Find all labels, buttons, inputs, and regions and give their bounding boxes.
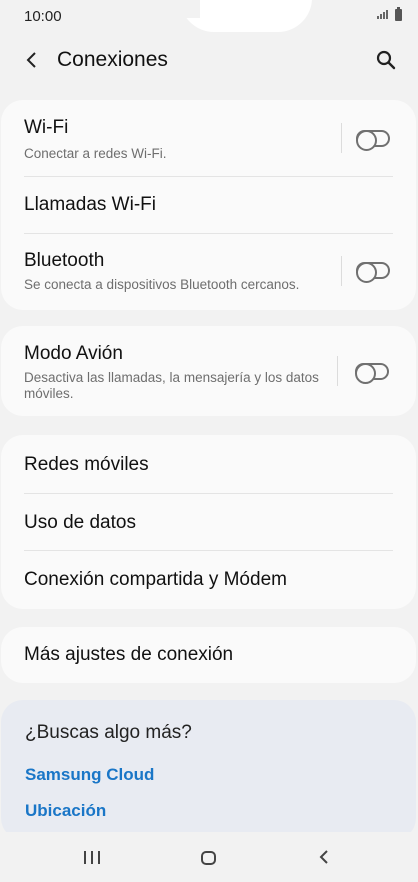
app-header: Conexiones <box>0 34 418 90</box>
row-label: Redes móviles <box>24 454 149 475</box>
settings-group-networks: Redes móviles Uso de datos Conexión comp… <box>1 435 416 609</box>
wifi-calling-row[interactable]: Llamadas Wi-Fi <box>1 177 416 233</box>
more-connection-settings-row[interactable]: Más ajustes de conexión <box>1 627 416 683</box>
back-arrow-icon <box>319 850 328 864</box>
divider <box>341 123 342 153</box>
row-subtitle: Desactiva las llamadas, la mensajería y … <box>24 370 319 401</box>
hotspot-tethering-row[interactable]: Conexión compartida y Módem <box>1 551 416 609</box>
samsung-cloud-link[interactable]: Samsung Cloud <box>25 765 154 785</box>
bluetooth-row[interactable]: Bluetooth Se conecta a dispositivos Blue… <box>1 234 416 310</box>
back-button[interactable] <box>18 46 46 74</box>
row-label: Conexión compartida y Módem <box>24 569 287 590</box>
home-button[interactable] <box>201 851 216 865</box>
suggestions-title: ¿Buscas algo más? <box>25 722 192 743</box>
search-button[interactable] <box>372 46 400 74</box>
settings-group-more: Más ajustes de conexión <box>1 627 416 683</box>
settings-group-airplane: Modo Avión Desactiva las llamadas, la me… <box>1 326 416 416</box>
settings-group-connectivity: Wi-Fi Conectar a redes Wi-Fi. Llamadas W… <box>1 100 416 310</box>
bluetooth-toggle[interactable] <box>356 262 390 283</box>
row-label: Más ajustes de conexión <box>24 644 234 665</box>
divider <box>337 356 338 386</box>
airplane-mode-toggle[interactable] <box>355 363 389 384</box>
chevron-left-icon <box>26 52 36 68</box>
nav-back-button[interactable] <box>318 849 330 870</box>
row-label: Llamadas Wi-Fi <box>24 194 156 215</box>
row-label: Bluetooth <box>24 250 105 271</box>
search-icon <box>376 50 396 70</box>
location-link[interactable]: Ubicación <box>25 801 106 821</box>
system-nav-bar <box>0 832 418 882</box>
suggestions-card: ¿Buscas algo más? Samsung Cloud Ubicació… <box>1 700 416 840</box>
row-label: Wi-Fi <box>24 117 69 138</box>
divider <box>341 256 342 286</box>
recent-apps-button[interactable] <box>84 851 100 864</box>
wifi-row[interactable]: Wi-Fi Conectar a redes Wi-Fi. <box>1 100 416 176</box>
page-title: Conexiones <box>57 48 168 71</box>
airplane-mode-row[interactable]: Modo Avión Desactiva las llamadas, la me… <box>1 326 416 416</box>
status-time: 10:00 <box>24 8 62 25</box>
data-usage-row[interactable]: Uso de datos <box>1 494 416 550</box>
mobile-networks-row[interactable]: Redes móviles <box>1 435 416 493</box>
row-label: Uso de datos <box>24 512 136 533</box>
wifi-toggle[interactable] <box>356 130 390 151</box>
signal-icon <box>377 10 388 19</box>
status-bar: 10:00 <box>0 0 418 34</box>
battery-icon <box>395 7 402 21</box>
camera-notch <box>180 0 312 32</box>
row-subtitle: Se conecta a dispositivos Bluetooth cerc… <box>24 277 300 292</box>
row-label: Modo Avión <box>24 343 123 364</box>
row-subtitle: Conectar a redes Wi-Fi. <box>24 146 167 161</box>
